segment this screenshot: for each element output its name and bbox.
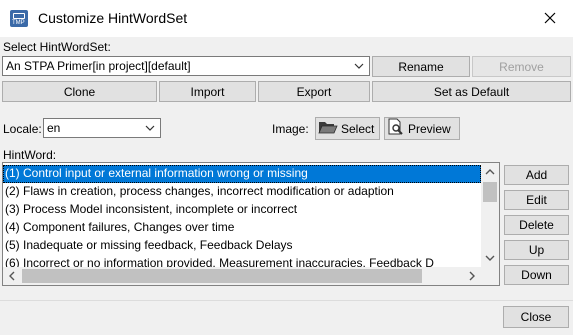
image-preview-button[interactable]: Preview bbox=[384, 117, 460, 140]
hintword-list[interactable]: (1) Control input or external informatio… bbox=[2, 162, 500, 286]
horizontal-scroll-thumb[interactable] bbox=[22, 269, 422, 283]
scroll-right-icon[interactable] bbox=[463, 267, 481, 285]
clone-button[interactable]: Clone bbox=[2, 81, 157, 102]
locale-combo[interactable]: en bbox=[43, 118, 161, 138]
locale-value: en bbox=[47, 121, 61, 135]
scroll-down-icon[interactable] bbox=[481, 249, 499, 267]
down-button[interactable]: Down bbox=[504, 265, 569, 285]
list-item[interactable]: (2) Flaws in creation, process changes, … bbox=[3, 183, 481, 201]
folder-open-icon bbox=[318, 119, 338, 138]
title-bar: TMP Customize HintWordSet bbox=[0, 0, 573, 37]
hintword-label: HintWord: bbox=[3, 148, 57, 162]
remove-button[interactable]: Remove bbox=[472, 56, 571, 77]
list-item[interactable]: (5) Inadequate or missing feedback, Feed… bbox=[3, 237, 481, 255]
image-select-label: Select bbox=[341, 121, 375, 136]
image-select-button[interactable]: Select bbox=[315, 117, 380, 140]
image-preview-label: Preview bbox=[408, 121, 451, 136]
edit-button[interactable]: Edit bbox=[504, 190, 569, 210]
set-default-button[interactable]: Set as Default bbox=[372, 81, 571, 102]
preview-icon bbox=[387, 118, 405, 139]
chevron-down-icon bbox=[353, 57, 365, 75]
app-icon-text: TMP bbox=[12, 20, 25, 26]
list-item[interactable]: (4) Component failures, Changes over tim… bbox=[3, 219, 481, 237]
window-title: Customize HintWordSet bbox=[38, 10, 188, 26]
vertical-scrollbar[interactable] bbox=[481, 163, 499, 267]
locale-label: Locale: bbox=[3, 122, 42, 136]
chevron-down-icon bbox=[144, 119, 156, 137]
up-button[interactable]: Up bbox=[504, 240, 569, 260]
hintwordset-combo[interactable]: An STPA Primer[in project][default] bbox=[2, 56, 370, 76]
import-button[interactable]: Import bbox=[159, 81, 256, 102]
list-item[interactable]: (3) Process Model inconsistent, incomple… bbox=[3, 201, 481, 219]
hintwordset-selected: An STPA Primer[in project][default] bbox=[6, 59, 191, 73]
scroll-up-icon[interactable] bbox=[481, 163, 499, 181]
scroll-left-icon[interactable] bbox=[3, 267, 21, 285]
close-icon[interactable] bbox=[535, 6, 565, 30]
delete-button[interactable]: Delete bbox=[504, 215, 569, 235]
list-item[interactable]: (1) Control input or external informatio… bbox=[3, 165, 481, 183]
image-label: Image: bbox=[272, 122, 309, 136]
app-icon: TMP bbox=[10, 10, 28, 27]
footer-divider bbox=[0, 300, 573, 301]
horizontal-scrollbar[interactable] bbox=[3, 267, 481, 285]
rename-button[interactable]: Rename bbox=[372, 56, 470, 77]
add-button[interactable]: Add bbox=[504, 165, 569, 185]
export-button[interactable]: Export bbox=[258, 81, 370, 102]
hintwordset-label: Select HintWordSet: bbox=[3, 40, 111, 54]
vertical-scroll-thumb[interactable] bbox=[483, 182, 497, 202]
scroll-corner bbox=[481, 267, 499, 285]
close-button[interactable]: Close bbox=[503, 306, 569, 328]
